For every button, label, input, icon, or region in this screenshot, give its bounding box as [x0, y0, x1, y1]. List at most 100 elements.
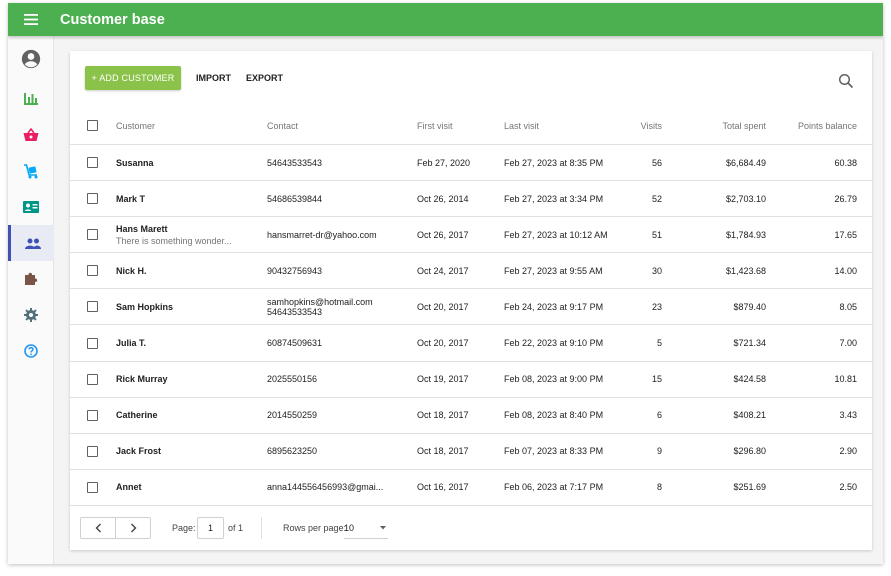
select-all-checkbox[interactable] — [87, 120, 98, 131]
sidebar-item-account[interactable] — [8, 39, 54, 79]
table-row[interactable]: Catherine 2014550259 Oct 18, 2017 Feb 08, 2… — [70, 398, 872, 434]
sidebar-item-help[interactable] — [8, 333, 54, 369]
table-row[interactable]: Mark T 54686539844 Oct 26, 2014 Feb 27, 202… — [70, 181, 872, 218]
add-customer-button[interactable]: + ADD CUSTOMER — [85, 66, 181, 90]
rows-per-page-select[interactable]: 10 — [344, 517, 388, 539]
customer-name-cell: Nick H. — [116, 253, 246, 288]
shopping-basket-icon — [23, 128, 39, 141]
points-balance-cell-value: 8.05 — [839, 301, 857, 312]
contact-cell: 54686539844 — [267, 181, 402, 216]
chevron-left-icon — [95, 523, 101, 533]
column-header-contact[interactable]: Contact — [267, 107, 402, 144]
points-balance-cell-value: 10.81 — [834, 374, 857, 385]
row-checkbox[interactable] — [87, 193, 98, 205]
table-row[interactable]: Annet anna144556456993@gmai... Oct 16, 201… — [70, 470, 872, 506]
row-checkbox[interactable] — [87, 481, 98, 493]
sidebar-item-sales[interactable] — [8, 117, 54, 153]
first-visit-cell-value: Oct 26, 2014 — [417, 193, 469, 204]
row-checkbox[interactable] — [87, 409, 98, 421]
sidebar-item-settings[interactable] — [8, 297, 54, 333]
customer-name-cell: Susanna — [116, 145, 246, 180]
help-circle-icon — [24, 344, 38, 358]
points-balance-cell: 3.43 — [786, 398, 857, 433]
table-row[interactable]: Sam Hopkins samhopkins@hotmail.com 5464353… — [70, 289, 872, 326]
row-checkbox[interactable] — [87, 301, 98, 313]
customer-name: Mark T — [116, 193, 146, 204]
import-button[interactable]: IMPORT — [196, 66, 231, 90]
sidebar-item-integrations[interactable] — [8, 261, 54, 297]
contact-cell-value: 60874509631 — [267, 338, 323, 348]
last-visit-cell: Feb 27, 2023 at 8:35 PM — [504, 145, 624, 180]
puzzle-icon — [25, 272, 38, 285]
total-spent-cell-value: $408.21 — [733, 410, 766, 421]
rows-per-page-label: Rows per page: — [283, 523, 347, 533]
visits-cell: 8 — [622, 470, 662, 505]
column-header-visits[interactable]: Visits — [622, 107, 662, 144]
contact-cell-value: 54686539844 — [267, 193, 323, 204]
sidebar-item-customers[interactable] — [8, 225, 54, 261]
export-button[interactable]: EXPORT — [246, 66, 283, 90]
customer-name-cell: Catherine — [116, 398, 246, 433]
table-row[interactable]: Julia T. 60874509631 Oct 20, 2017 Feb 22, 2… — [70, 326, 872, 362]
column-header-points-balance[interactable]: Points balance — [786, 107, 857, 144]
first-visit-cell: Oct 24, 2017 — [417, 253, 497, 288]
sidebar-item-inventory[interactable] — [8, 153, 54, 189]
visits-cell-value: 30 — [651, 265, 662, 276]
row-checkbox[interactable] — [87, 373, 98, 385]
visits-cell-value: 15 — [651, 374, 662, 385]
row-checkbox[interactable] — [87, 157, 98, 168]
first-visit-cell-value: Oct 18, 2017 — [417, 410, 469, 421]
sidebar-item-employees[interactable] — [8, 189, 54, 225]
last-visit-cell: Feb 27, 2023 at 10:12 AM — [504, 217, 624, 252]
first-visit-cell: Oct 18, 2017 — [417, 398, 497, 433]
row-checkbox[interactable] — [87, 265, 98, 277]
table-row[interactable]: Jack Frost 6895623250 Oct 18, 2017 Feb 07, … — [70, 434, 872, 470]
first-visit-cell-value: Oct 20, 2017 — [417, 301, 469, 312]
column-header-total-spent[interactable]: Total spent — [690, 107, 766, 144]
row-checkbox[interactable] — [87, 445, 98, 457]
footer-divider — [261, 517, 262, 539]
total-spent-cell: $879.40 — [690, 289, 766, 324]
table-row[interactable]: Nick H. 90432756943 Oct 24, 2017 Feb 27, 20… — [70, 253, 872, 290]
row-checkbox[interactable] — [87, 337, 98, 349]
pagination-bar: Page: of 1 Rows per page: 10 — [70, 505, 872, 550]
visits-cell: 51 — [622, 217, 662, 252]
previous-page-button[interactable] — [80, 517, 116, 539]
last-visit-cell: Feb 22, 2023 at 9:10 PM — [504, 326, 624, 361]
page-number-input[interactable] — [197, 517, 224, 539]
customer-name-cell: Sam Hopkins — [116, 289, 246, 324]
total-spent-cell-value: $6,684.49 — [725, 157, 766, 168]
visits-cell-value: 51 — [651, 229, 662, 240]
table-row[interactable]: Rick Murray 2025550156 Oct 19, 2017 Feb 08,… — [70, 362, 872, 398]
menu-button[interactable] — [8, 3, 54, 36]
last-visit-cell-value: Feb 24, 2023 at 9:17 PM — [504, 301, 604, 312]
points-balance-cell: 60.38 — [786, 145, 857, 180]
contact-cell-value: hansmarret-dr@yahoo.com — [267, 229, 377, 240]
column-header-last-visit[interactable]: Last visit — [504, 107, 624, 144]
sidebar-item-reports[interactable] — [8, 81, 54, 117]
table-row[interactable]: Hans Marett There is something wonder... h… — [70, 217, 872, 254]
contact-cell: anna144556456993@gmai... — [267, 470, 402, 505]
first-visit-cell-value: Oct 19, 2017 — [417, 374, 469, 385]
first-visit-cell-value: Oct 26, 2017 — [417, 229, 469, 240]
row-checkbox[interactable] — [87, 229, 98, 241]
column-header-first-visit[interactable]: First visit — [417, 107, 497, 144]
customer-name: Susanna — [116, 157, 154, 168]
total-spent-cell: $296.80 — [690, 434, 766, 469]
customer-note: There is something wonder... — [116, 235, 232, 246]
next-page-button[interactable] — [115, 517, 151, 539]
first-visit-cell: Oct 16, 2017 — [417, 470, 497, 505]
table-row[interactable]: Susanna 54643533543 Feb 27, 2020 Feb 27, 20… — [70, 145, 872, 181]
app-window: Customer base + ADD CUSTOMER IMPORT EXPO… — [8, 3, 883, 564]
search-icon[interactable] — [838, 73, 854, 89]
last-visit-cell-value: Feb 06, 2023 at 7:17 PM — [504, 482, 604, 493]
first-visit-cell-value: Oct 18, 2017 — [417, 446, 469, 457]
column-header-customer[interactable]: Customer — [116, 107, 246, 144]
total-spent-cell: $2,703.10 — [690, 181, 766, 216]
points-balance-cell-value: 2.50 — [839, 482, 857, 493]
contact-cell: samhopkins@hotmail.com 54643533543 — [267, 289, 402, 324]
customer-name: Jack Frost — [116, 446, 162, 457]
first-visit-cell: Feb 27, 2020 — [417, 145, 497, 180]
customer-name: Julia T. — [116, 338, 147, 348]
first-visit-cell: Oct 26, 2017 — [417, 217, 497, 252]
